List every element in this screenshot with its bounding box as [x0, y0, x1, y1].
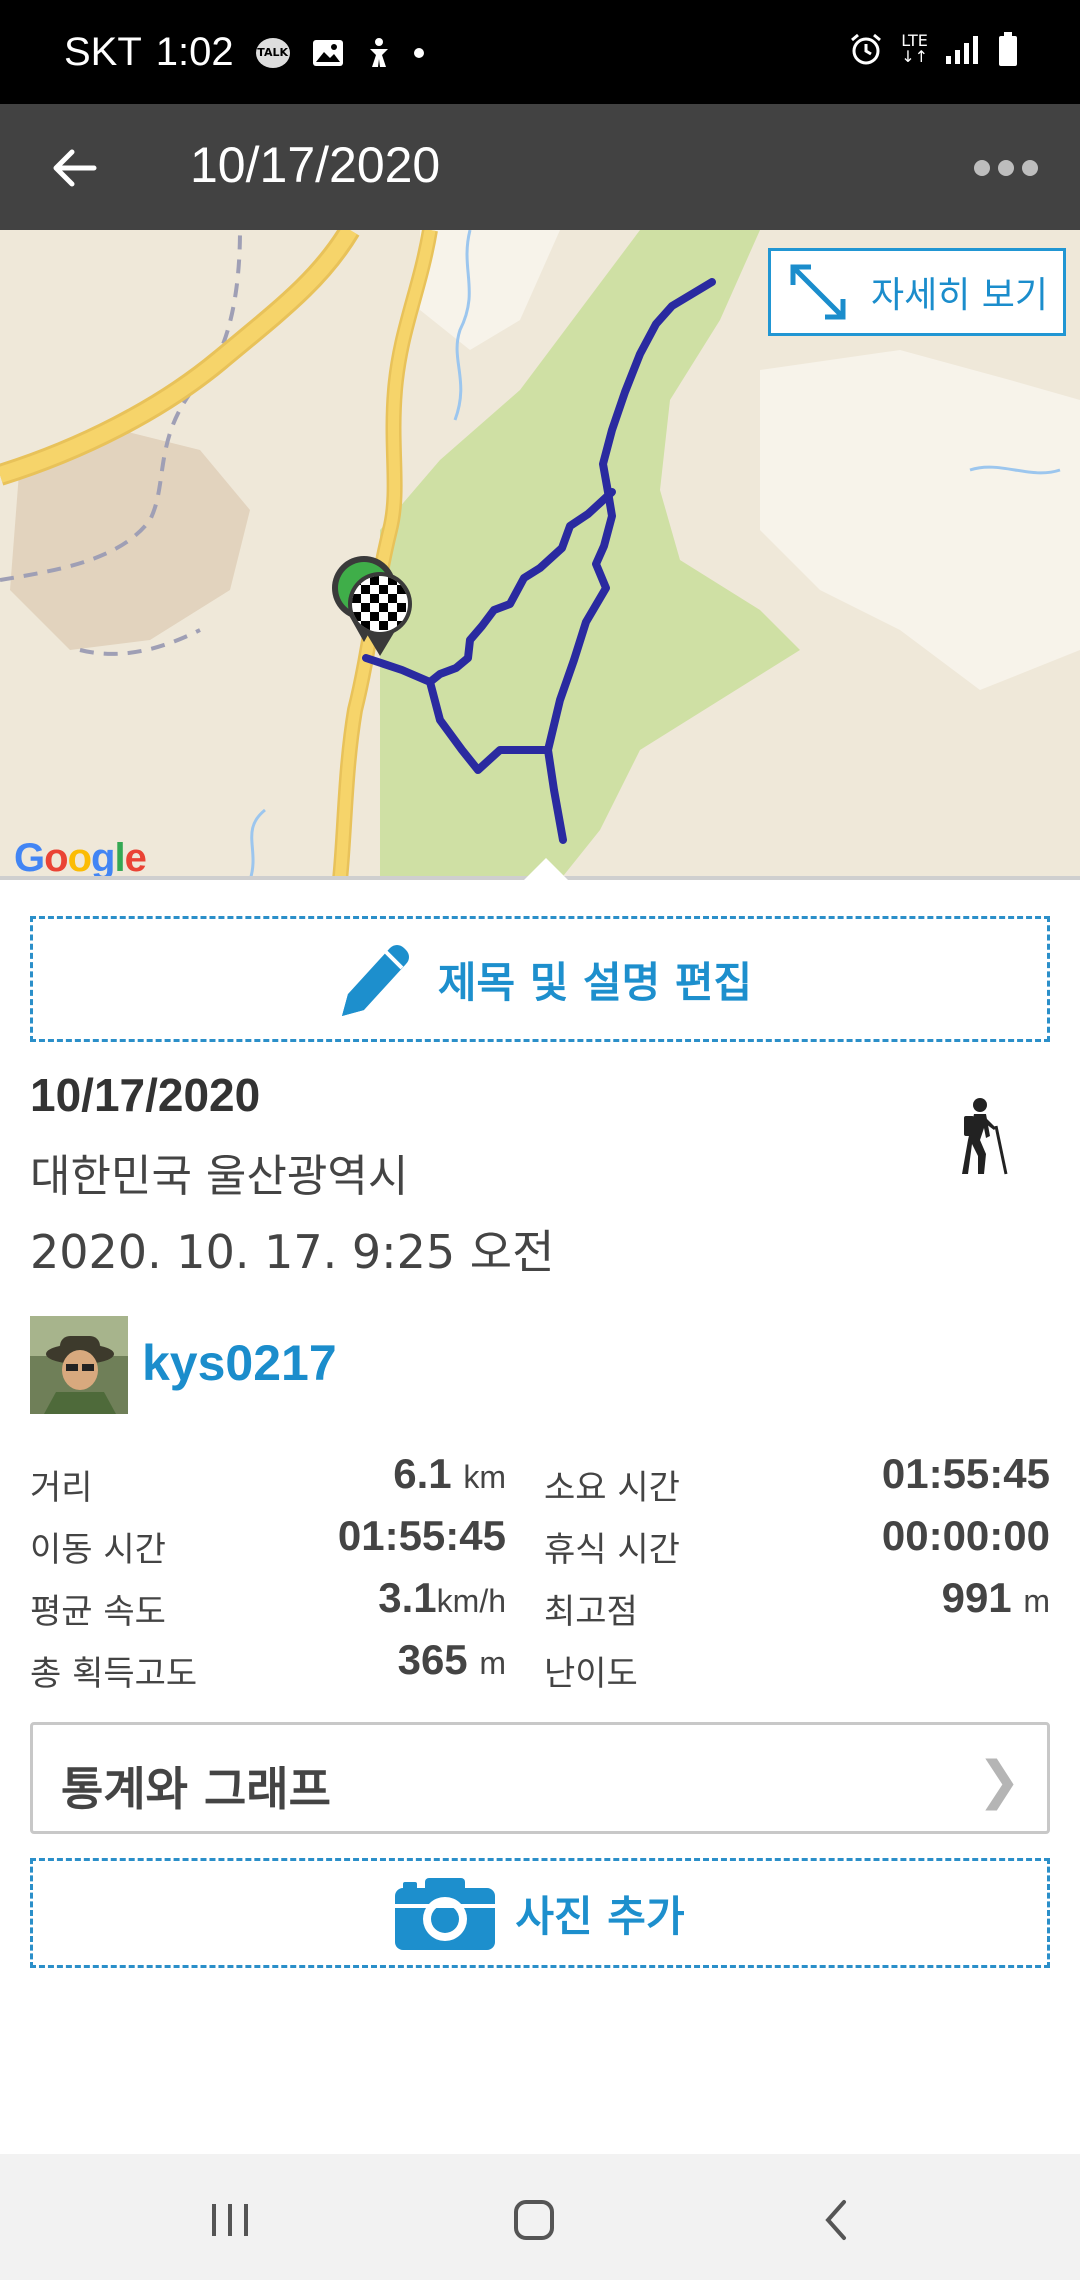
camera-icon [395, 1878, 496, 1950]
add-photo-button[interactable]: 사진 추가 [30, 1858, 1050, 1968]
pencil-icon [341, 945, 409, 1016]
home-icon [514, 2200, 554, 2240]
recents-icon [212, 2204, 248, 2236]
battery-icon [998, 32, 1018, 66]
google-logo: Google [14, 836, 147, 880]
status-time: 1:02 [155, 30, 234, 74]
rest-time-label: 휴식 시간 [544, 1530, 680, 1570]
stat-row: 거리 6.1 km 소요 시간 01:55:45 [30, 1450, 1050, 1510]
more-options-button[interactable] [966, 148, 1046, 188]
dot-icon [413, 47, 424, 58]
page-title: 10/17/2020 [190, 137, 441, 193]
track-datetime: 2020. 10. 17. 9:25 오전 [30, 1225, 555, 1279]
avg-speed-value: 3.1km/h [378, 1574, 506, 1621]
moving-time-value: 01:55:45 [337, 1512, 506, 1559]
track-title: 10/17/2020 [30, 1069, 261, 1121]
max-altitude-label: 최고점 [544, 1592, 638, 1632]
edit-title-description-label: 제목 및 설명 편집 [437, 957, 753, 1007]
talk-icon: TALK [255, 37, 290, 68]
recents-button[interactable] [200, 2190, 260, 2250]
hiker-icon [962, 1098, 1008, 1175]
stat-row: 총 획득고도 365 m 난이도 [30, 1636, 1050, 1696]
chevron-right-icon: ❯ [977, 1751, 1021, 1811]
more-dot-icon [998, 160, 1014, 176]
lte-icon: LTE ↓↑ [901, 33, 928, 65]
max-altitude-value: 991 m [941, 1574, 1050, 1621]
duration-value: 01:55:45 [881, 1450, 1050, 1497]
back-icon [825, 2200, 846, 2240]
difficulty-label: 난이도 [544, 1654, 638, 1694]
expand-icon [790, 264, 846, 320]
avatar[interactable] [30, 1316, 128, 1414]
status-bar: SKT 1:02 TALK LTE ↓↑ [0, 0, 1080, 104]
back-button[interactable] [46, 138, 106, 198]
stat-row: 이동 시간 01:55:45 휴식 시간 00:00:00 [30, 1512, 1050, 1572]
image-icon [312, 39, 344, 67]
stats-graph-button[interactable]: 통계와 그래프 ❯ [30, 1722, 1050, 1834]
edit-title-description-button[interactable]: 제목 및 설명 편집 [30, 916, 1050, 1042]
accessibility-icon [366, 37, 392, 69]
distance-value: 6.1 km [393, 1450, 506, 1497]
status-left: SKT 1:02 TALK [64, 30, 424, 75]
signal-icon [946, 34, 980, 64]
elevation-gain-label: 총 획득고도 [30, 1654, 198, 1694]
home-button[interactable] [504, 2190, 564, 2250]
elevation-gain-value: 365 m [397, 1636, 506, 1683]
more-dot-icon [974, 160, 990, 176]
lte-arrows-icon: ↓↑ [901, 47, 928, 66]
duration-label: 소요 시간 [544, 1468, 680, 1508]
add-photo-label: 사진 추가 [515, 1891, 685, 1941]
status-right: LTE ↓↑ [849, 32, 1018, 66]
avatar-image [30, 1316, 128, 1414]
map-detail-button[interactable]: 자세히 보기 [768, 248, 1066, 336]
stats-graph-label: 통계와 그래프 [61, 1762, 331, 1816]
track-location: 대한민국 울산광역시 [30, 1151, 409, 1202]
map-pointer-icon [524, 858, 568, 880]
map-detail-label: 자세히 보기 [871, 275, 1049, 316]
back-nav-button[interactable] [808, 2190, 868, 2250]
avg-speed-label: 평균 속도 [30, 1592, 166, 1632]
arrow-back-icon [53, 149, 97, 187]
app-bar: 10/17/2020 [0, 104, 1080, 230]
moving-time-label: 이동 시간 [30, 1530, 166, 1570]
rest-time-value: 00:00:00 [881, 1512, 1050, 1559]
system-nav-bar [0, 2154, 1080, 2280]
distance-label: 거리 [30, 1468, 93, 1508]
user-name-link[interactable]: kys0217 [142, 1334, 337, 1392]
more-dot-icon [1022, 160, 1038, 176]
stat-row: 평균 속도 3.1km/h 최고점 991 m [30, 1574, 1050, 1634]
alarm-icon [849, 32, 883, 66]
carrier-label: SKT [64, 30, 142, 74]
